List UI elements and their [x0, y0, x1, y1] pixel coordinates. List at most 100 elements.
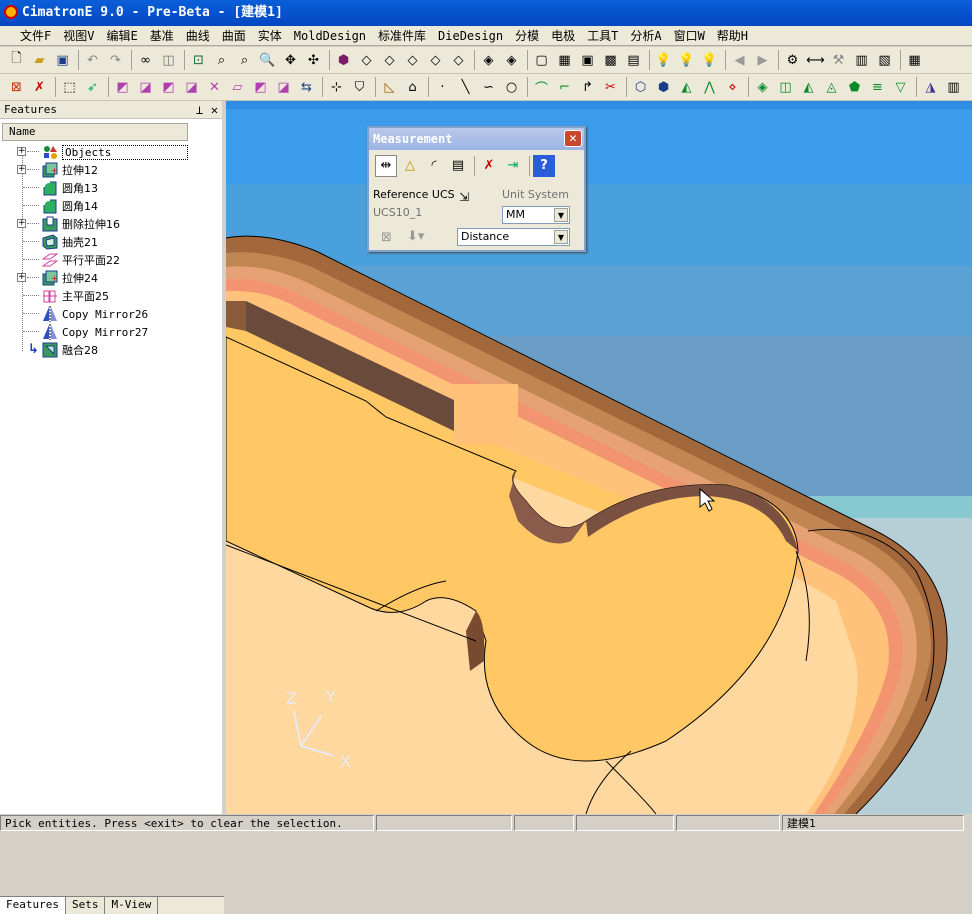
- tool-a-icon[interactable]: ⚒: [828, 50, 849, 71]
- tree-item-main-plane25[interactable]: 主平面25: [0, 287, 220, 305]
- solid-a-icon[interactable]: ◈: [752, 77, 773, 98]
- menu-window[interactable]: 窗口W: [668, 27, 711, 44]
- tree-item-parallel-plane22[interactable]: 平行平面22: [0, 251, 220, 269]
- close-icon[interactable]: ✕: [564, 130, 582, 147]
- transfer-icon[interactable]: ⇆: [296, 77, 317, 98]
- menu-edit[interactable]: 编辑E: [100, 27, 143, 44]
- solid-g-icon[interactable]: ▽: [890, 77, 911, 98]
- measurement-title-bar[interactable]: Measurement ✕: [369, 128, 584, 150]
- menu-help[interactable]: 帮助H: [711, 27, 754, 44]
- menu-file[interactable]: 文件F: [14, 27, 57, 44]
- solid-e-icon[interactable]: ⬟: [844, 77, 865, 98]
- surface-e-icon[interactable]: ⋄: [722, 77, 743, 98]
- tree-item-fillet13[interactable]: 圆角13: [0, 179, 220, 197]
- hidden-line-icon[interactable]: ▦: [554, 50, 575, 71]
- filter-ucs-icon[interactable]: ◩: [250, 77, 271, 98]
- tree-item-copy-mirror27[interactable]: Copy Mirror27: [0, 323, 220, 341]
- line-icon[interactable]: ╲: [455, 77, 476, 98]
- curve-c-icon[interactable]: ↱: [577, 77, 598, 98]
- pin-icon[interactable]: ⊥: [192, 103, 207, 117]
- select-filter-icon[interactable]: ⊠: [6, 77, 27, 98]
- zoom-window-icon[interactable]: ⌕: [211, 50, 232, 71]
- unit-system-select[interactable]: MM ▼: [502, 206, 570, 224]
- tree-item-extrude12[interactable]: + + 拉伸12: [0, 161, 220, 179]
- box-select-icon[interactable]: ⬚: [59, 77, 80, 98]
- snap-icon[interactable]: ⊹: [326, 77, 347, 98]
- zoom-icon[interactable]: 🔍: [257, 50, 278, 71]
- menu-molddesign[interactable]: MoldDesign: [288, 29, 372, 43]
- pan-icon[interactable]: ✥: [280, 50, 301, 71]
- filter-plane-icon[interactable]: ▱: [227, 77, 248, 98]
- view-iso3-icon[interactable]: ◇: [402, 50, 423, 71]
- panel-close-icon[interactable]: ✕: [207, 103, 222, 117]
- window-title-bar[interactable]: CimatronE 9.0 - Pre-Beta - [建模1]: [0, 0, 972, 26]
- surface-d-icon[interactable]: ⋀: [699, 77, 720, 98]
- zoom-all-icon[interactable]: ⊡: [188, 50, 209, 71]
- tree-item-shell21[interactable]: 抽壳21: [0, 233, 220, 251]
- sketch-edit-icon[interactable]: ⌂: [402, 77, 423, 98]
- menu-tools[interactable]: 工具T: [581, 27, 624, 44]
- save-result-icon[interactable]: ⬇▾: [407, 229, 424, 244]
- tree-item-objects[interactable]: + Objects: [0, 143, 220, 161]
- menu-diedesign[interactable]: DieDesign: [432, 29, 509, 43]
- curve-a-icon[interactable]: ⌒: [531, 77, 552, 98]
- wireframe-icon[interactable]: ▢: [531, 50, 552, 71]
- graphics-viewport[interactable]: Z Y X: [226, 101, 972, 814]
- export-icon[interactable]: ⇥: [502, 155, 524, 177]
- expand-icon[interactable]: +: [17, 273, 26, 282]
- display-mode2-icon[interactable]: ◈: [501, 50, 522, 71]
- measurement-dialog[interactable]: Measurement ✕ ⇹ △ ◜ ▤ ✗ ⇥ ? Reference UC…: [367, 126, 586, 252]
- expand-icon[interactable]: +: [17, 165, 26, 174]
- measure-properties-icon[interactable]: ▤: [447, 155, 469, 177]
- light1-icon[interactable]: 💡: [653, 50, 674, 71]
- rotate-icon[interactable]: ✣: [303, 50, 324, 71]
- zoom-select-icon[interactable]: ⌕: [234, 50, 255, 71]
- menu-analysis[interactable]: 分析A: [624, 27, 667, 44]
- redo-icon[interactable]: ↷: [105, 50, 126, 71]
- filter-faces-icon[interactable]: ◩: [112, 77, 133, 98]
- measure-angle-icon[interactable]: △: [399, 155, 421, 177]
- filter-all-icon[interactable]: ◪: [273, 77, 294, 98]
- filter-edges-icon[interactable]: ◪: [135, 77, 156, 98]
- solid-b-icon[interactable]: ◫: [775, 77, 796, 98]
- menu-datum[interactable]: 基准: [144, 27, 180, 44]
- mirror-tool-icon[interactable]: ◮: [920, 77, 941, 98]
- panel-grid-icon[interactable]: ▦: [904, 50, 925, 71]
- tool-c-icon[interactable]: ▧: [874, 50, 895, 71]
- tree-item-remove-extrude16[interactable]: + 删除拉伸16: [0, 215, 220, 233]
- light3-icon[interactable]: 💡: [699, 50, 720, 71]
- tree-item-fillet14[interactable]: 圆角14: [0, 197, 220, 215]
- dimension-icon[interactable]: ⟷: [805, 50, 826, 71]
- tab-features[interactable]: Features: [0, 897, 66, 914]
- filter-curves-icon[interactable]: ◩: [158, 77, 179, 98]
- menu-view[interactable]: 视图V: [57, 27, 100, 44]
- shaded-edges-icon[interactable]: ▣: [577, 50, 598, 71]
- new-file-icon[interactable]: 🗋: [6, 50, 27, 71]
- back-arrow-icon[interactable]: ◀: [729, 50, 750, 71]
- expand-icon[interactable]: +: [17, 219, 26, 228]
- filter-x-icon[interactable]: ✕: [204, 77, 225, 98]
- circle-icon[interactable]: ○: [501, 77, 522, 98]
- filter-points-icon[interactable]: ◪: [181, 77, 202, 98]
- solid-f-icon[interactable]: ≡: [867, 77, 888, 98]
- pick-ucs-icon[interactable]: ⇲: [459, 190, 469, 204]
- view-iso5-icon[interactable]: ◇: [448, 50, 469, 71]
- point-icon[interactable]: ·: [432, 77, 453, 98]
- save-icon[interactable]: ▣: [52, 50, 73, 71]
- menu-solid[interactable]: 实体: [252, 27, 288, 44]
- shaded-view-icon[interactable]: ⬢: [333, 50, 354, 71]
- menu-electrode[interactable]: 电极: [545, 27, 581, 44]
- view-iso4-icon[interactable]: ◇: [425, 50, 446, 71]
- display-mode1-icon[interactable]: ◈: [478, 50, 499, 71]
- name-column-header[interactable]: Name: [2, 123, 188, 141]
- measure-mode-select[interactable]: Distance ▼: [457, 228, 570, 246]
- toggle-view-icon[interactable]: ◫: [158, 50, 179, 71]
- filter-solid-icon[interactable]: ⛉: [349, 77, 370, 98]
- tree-item-extrude24[interactable]: + + 拉伸24: [0, 269, 220, 287]
- solid-c-icon[interactable]: ◭: [798, 77, 819, 98]
- shaded-icon[interactable]: ▩: [600, 50, 621, 71]
- expand-icon[interactable]: +: [17, 147, 26, 156]
- view-iso2-icon[interactable]: ◇: [379, 50, 400, 71]
- measure-distance-icon[interactable]: ⇹: [375, 154, 397, 177]
- menu-curve[interactable]: 曲线: [180, 27, 216, 44]
